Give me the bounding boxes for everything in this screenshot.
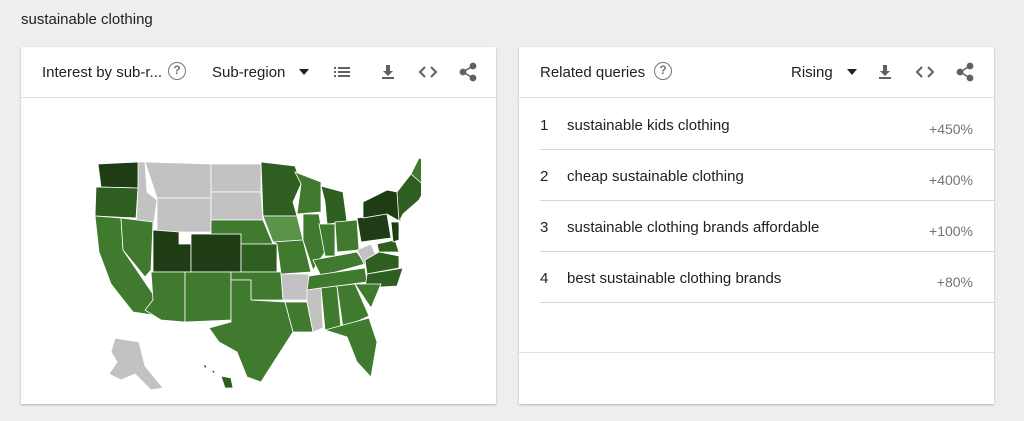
caret-down-icon [299,69,310,76]
state-new-mexico [184,271,232,323]
embed-code-icon[interactable] [915,62,935,82]
card-title: Related queries [540,64,646,81]
query-row[interactable]: 2 cheap sustainable clothing +400% [540,150,994,201]
query-text[interactable]: sustainable clothing brands affordable [567,219,819,236]
query-value: +400% [929,172,973,188]
region-dropdown[interactable]: Sub-region [212,64,310,81]
query-text[interactable]: best sustainable clothing brands [567,270,781,287]
state-washington [97,161,140,189]
help-circle-icon[interactable]: ? [168,62,186,80]
state-wyoming [156,197,212,233]
state-oregon [94,186,139,219]
state-wisconsin [294,171,322,215]
state-kansas [240,243,278,273]
card-header: Interest by sub-r... ? Sub-region [21,47,496,98]
state-ohio [334,219,360,253]
interest-by-subregion-card: Interest by sub-r... ? Sub-region [21,47,496,404]
state-hawaii [202,363,234,389]
state-montana [144,161,212,199]
share-icon[interactable] [458,62,478,82]
embed-code-icon[interactable] [418,62,438,82]
state-alaska [108,337,164,391]
state-maryland [376,239,400,253]
query-value: +100% [929,223,973,239]
rising-dropdown[interactable]: Rising [791,64,857,81]
query-rank: 4 [540,270,549,287]
share-icon[interactable] [955,62,975,82]
query-rank: 3 [540,219,549,236]
state-new-jersey [390,221,400,243]
related-queries-card: Related queries ? Rising 1 sustainable k… [519,47,994,404]
state-arkansas [280,273,310,301]
query-row[interactable]: 4 best sustainable clothing brands +80% [540,252,994,303]
state-utah [152,229,192,273]
download-icon[interactable] [378,62,398,82]
card-header: Related queries ? Rising [519,47,994,98]
state-south-dakota [210,191,264,221]
query-rank: 2 [540,168,549,185]
query-rank: 1 [540,117,549,134]
state-minnesota [260,161,302,217]
dropdown-label: Sub-region [212,64,286,81]
state-michigan [320,185,348,225]
us-states-choropleth-map[interactable] [81,152,438,397]
download-icon[interactable] [875,62,895,82]
query-text[interactable]: cheap sustainable clothing [567,168,744,185]
card-title: Interest by sub-r... [42,64,163,81]
list-icon[interactable] [332,62,352,82]
query-value: +450% [929,121,973,137]
help-circle-icon[interactable]: ? [654,62,672,80]
dropdown-label: Rising [791,64,833,81]
query-value: +80% [936,274,973,290]
state-colorado [190,233,242,273]
card-footer-divider [519,352,994,353]
query-row[interactable]: 1 sustainable kids clothing +450% [540,99,994,150]
query-text[interactable]: sustainable kids clothing [567,117,730,134]
state-north-dakota [210,163,262,193]
caret-down-icon [846,69,857,76]
search-term-label: sustainable clothing [21,11,153,28]
state-pennsylvania [356,213,392,243]
query-row[interactable]: 3 sustainable clothing brands affordable… [540,201,994,252]
